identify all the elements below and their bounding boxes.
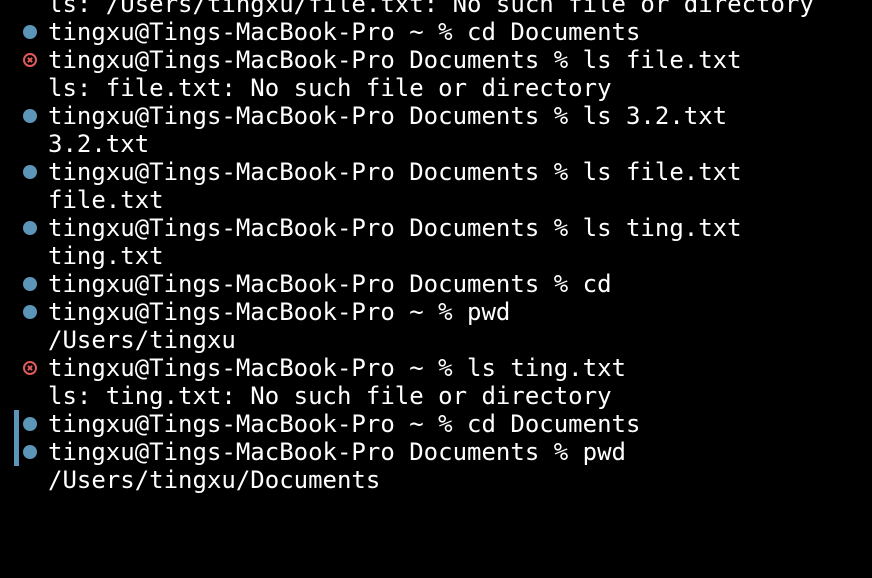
output-text: /Users/tingxu: [48, 326, 236, 354]
command-text: tingxu@Tings-MacBook-Pro Documents % ls …: [48, 214, 742, 242]
command-line: tingxu@Tings-MacBook-Pro Documents % cd: [0, 270, 872, 298]
command-line: tingxu@Tings-MacBook-Pro Documents % ls …: [0, 158, 872, 186]
command-line: tingxu@Tings-MacBook-Pro ~ % cd Document…: [0, 410, 872, 438]
terminal-output[interactable]: ls: /Users/tingxu/file.txt: No such file…: [0, 0, 872, 494]
output-line: ting.txt: [0, 242, 872, 270]
success-marker-icon[interactable]: [23, 221, 37, 235]
output-text: /Users/tingxu/Documents: [48, 466, 381, 494]
error-marker-icon[interactable]: [23, 361, 37, 375]
output-text: ls: file.txt: No such file or directory: [48, 74, 612, 102]
output-line: /Users/tingxu/Documents: [0, 466, 872, 494]
output-text: 3.2.txt: [48, 130, 150, 158]
success-marker-icon[interactable]: [23, 109, 37, 123]
output-line: ls: /Users/tingxu/file.txt: No such file…: [0, 0, 872, 18]
command-line: tingxu@Tings-MacBook-Pro Documents % ls …: [0, 102, 872, 130]
success-marker-icon[interactable]: [23, 305, 37, 319]
command-line: tingxu@Tings-MacBook-Pro ~ % ls ting.txt: [0, 354, 872, 382]
command-text: tingxu@Tings-MacBook-Pro Documents % pwd: [48, 438, 626, 466]
error-marker-icon[interactable]: [23, 53, 37, 67]
success-marker-icon[interactable]: [23, 165, 37, 179]
success-marker-icon[interactable]: [23, 417, 37, 431]
command-line: tingxu@Tings-MacBook-Pro ~ % pwd: [0, 298, 872, 326]
selection-bar: [14, 410, 19, 438]
command-line: tingxu@Tings-MacBook-Pro Documents % ls …: [0, 46, 872, 74]
command-text: tingxu@Tings-MacBook-Pro Documents % cd: [48, 270, 612, 298]
success-marker-icon[interactable]: [23, 445, 37, 459]
command-text: tingxu@Tings-MacBook-Pro Documents % ls …: [48, 102, 728, 130]
output-text: ls: ting.txt: No such file or directory: [48, 382, 612, 410]
command-text: tingxu@Tings-MacBook-Pro Documents % ls …: [48, 46, 742, 74]
success-marker-icon[interactable]: [23, 277, 37, 291]
command-line: tingxu@Tings-MacBook-Pro Documents % ls …: [0, 214, 872, 242]
selection-bar: [14, 438, 19, 466]
output-text: ls: /Users/tingxu/file.txt: No such file…: [48, 0, 814, 18]
command-line: tingxu@Tings-MacBook-Pro Documents % pwd: [0, 438, 872, 466]
output-line: ls: ting.txt: No such file or directory: [0, 382, 872, 410]
command-line: tingxu@Tings-MacBook-Pro ~ % cd Document…: [0, 18, 872, 46]
output-line: file.txt: [0, 186, 872, 214]
output-text: file.txt: [48, 186, 164, 214]
output-line: ls: file.txt: No such file or directory: [0, 74, 872, 102]
command-text: tingxu@Tings-MacBook-Pro Documents % ls …: [48, 158, 742, 186]
command-text: tingxu@Tings-MacBook-Pro ~ % ls ting.txt: [48, 354, 626, 382]
success-marker-icon[interactable]: [23, 25, 37, 39]
command-text: tingxu@Tings-MacBook-Pro ~ % cd Document…: [48, 18, 641, 46]
output-line: 3.2.txt: [0, 130, 872, 158]
command-text: tingxu@Tings-MacBook-Pro ~ % pwd: [48, 298, 511, 326]
output-line: /Users/tingxu: [0, 326, 872, 354]
output-text: ting.txt: [48, 242, 164, 270]
command-text: tingxu@Tings-MacBook-Pro ~ % cd Document…: [48, 410, 641, 438]
